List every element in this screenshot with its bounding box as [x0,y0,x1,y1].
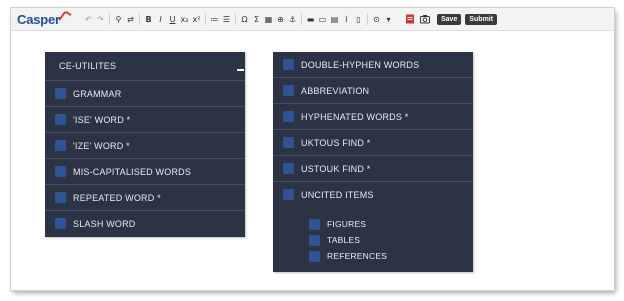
right-item-list: DOUBLE-HYPHEN WORDS ABBREVIATION HYPHENATE… [273,52,473,207]
bullet-list-icon[interactable]: ☰ [221,12,232,26]
option-label: UNCITED ITEMS [301,189,374,200]
checkbox[interactable] [55,218,66,229]
image-icon[interactable]: ▭ [317,12,328,26]
checkbox[interactable] [55,166,66,177]
save-button[interactable]: Save [437,13,462,25]
editor-window: Casper ↶ ↷ ⚲ ⇄ B I Ux₂ x² ≔ ☰ Ω Σ ▦ ⊕ ⚓ ▬ ▭ ▤ ⌇ ▯ ⊙ ▾ Save Su… [11,8,614,290]
uncited-subitem-list: FIGURES TABLES REFERENCES [273,207,473,264]
option-label: REFERENCES [327,251,388,261]
toolbar-separator [301,13,302,25]
redo-icon[interactable]: ↷ [95,12,106,26]
submit-button[interactable]: Submit [465,13,498,25]
comment-icon[interactable]: ▬ [305,12,316,26]
option-label: UKTOUS FIND * [301,137,371,148]
checkbox[interactable] [283,59,294,70]
option-repeated-word[interactable]: REPEATED WORD * [45,185,245,211]
checkbox[interactable] [283,163,294,174]
option-ustouk-find[interactable]: USTOUK FIND * [273,156,473,182]
pdf-icon[interactable] [405,14,415,24]
toolbar-separator [109,13,110,25]
option-figures[interactable]: FIGURES [273,216,473,232]
superscript-icon[interactable]: x² [191,12,202,26]
find-icon[interactable]: ⚲ [113,12,124,26]
option-label: MIS-CAPITALISED WORDS [73,166,192,177]
italic-icon[interactable]: I [155,12,166,26]
option-label: 'IZE' WORD * [73,140,130,151]
replace-icon[interactable]: ⇄ [125,12,136,26]
underline-icon[interactable]: U [167,12,178,26]
option-slash-word[interactable]: SLASH WORD [45,211,245,236]
checkbox[interactable] [283,111,294,122]
special-character-icon[interactable]: Ω [239,12,250,26]
option-label: HYPHENATED WORDS * [301,111,409,122]
link-icon[interactable]: ⊕ [275,12,286,26]
left-item-list: GRAMMAR 'ISE' WORD * 'IZE' WORD * MIS-CAPIT… [45,81,245,236]
checkbox[interactable] [283,137,294,148]
sigma-icon[interactable]: Σ [251,12,262,26]
checkbox[interactable] [309,250,320,262]
option-grammar[interactable]: GRAMMAR [45,81,245,107]
option-label: 'ISE' WORD * [73,114,131,125]
option-label: TABLES [327,235,361,245]
option-label: SLASH WORD [73,218,136,229]
option-label: GRAMMAR [73,88,122,99]
logo-text: Casper [17,11,60,27]
option-ize-word[interactable]: 'IZE' WORD * [45,133,245,159]
toolbar-separator [205,13,206,25]
dropdown-icon[interactable]: ▾ [383,12,394,26]
option-ise-word[interactable]: 'ISE' WORD * [45,107,245,133]
toolbar-separator [139,13,140,25]
find-options-panel: DOUBLE-HYPHEN WORDS ABBREVIATION HYPHENATE… [273,52,473,272]
option-label: REPEATED WORD * [73,192,161,203]
checkbox[interactable] [55,140,66,151]
numbered-list-icon[interactable]: ≔ [209,12,220,26]
option-mis-capitalised-words[interactable]: MIS-CAPITALISED WORDS [45,159,245,185]
bold-icon[interactable]: B [143,12,154,26]
option-abbreviation[interactable]: ABBREVIATION [273,78,473,104]
option-label: USTOUK FIND * [301,163,371,174]
option-uncited-items[interactable]: UNCITED ITEMS [273,182,473,207]
option-references[interactable]: REFERENCES [273,248,473,264]
checkbox[interactable] [283,85,294,96]
checkbox[interactable] [55,114,66,125]
camera-icon[interactable] [420,14,430,24]
option-label: FIGURES [327,219,367,229]
undo-icon[interactable]: ↶ [83,12,94,26]
editor-toolbar: Casper ↶ ↷ ⚲ ⇄ B I Ux₂ x² ≔ ☰ Ω Σ ▦ ⊕ ⚓ ▬ ▭ ▤ ⌇ ▯ ⊙ ▾ Save Su… [11,8,614,31]
option-double-hyphen-words[interactable]: DOUBLE-HYPHEN WORDS [273,52,473,78]
checkbox[interactable] [309,234,320,246]
collapse-icon[interactable] [237,69,244,71]
toolbar-tools: ↶ ↷ ⚲ ⇄ B I Ux₂ x² ≔ ☰ Ω Σ ▦ ⊕ ⚓ ▬ ▭ ▤ ⌇ ▯ ⊙ ▾ [83,11,395,27]
checkbox[interactable] [283,189,294,200]
checkbox[interactable] [309,218,320,230]
logo-mark-icon [58,9,72,25]
panel-header: CE-UTILITES [45,52,245,81]
table-icon[interactable]: ▦ [263,12,274,26]
option-label: DOUBLE-HYPHEN WORDS [301,59,420,70]
add-icon[interactable]: ⊙ [371,12,382,26]
toolbar-separator [367,13,368,25]
ce-utilities-panel: CE-UTILITES GRAMMAR 'ISE' WORD * 'IZE' WOR… [45,52,245,237]
option-tables[interactable]: TABLES [273,232,473,248]
casper-logo: Casper [17,9,72,27]
checkbox[interactable] [55,192,66,203]
clipboard-icon[interactable]: ▤ [329,12,340,26]
subscript-icon[interactable]: x₂ [179,12,190,26]
panel-title: CE-UTILITES [59,61,117,71]
option-uktous-find[interactable]: UKTOUS FIND * [273,130,473,156]
document-icon[interactable]: ▯ [353,12,364,26]
option-hyphenated-words[interactable]: HYPHENATED WORDS * [273,104,473,130]
option-label: ABBREVIATION [301,85,370,96]
toolbar-separator [235,13,236,25]
anchor-icon[interactable]: ⚓ [287,12,298,26]
attachment-icon[interactable]: ⌇ [341,12,352,26]
toolbar-actions: Save Submit [405,12,499,26]
checkbox[interactable] [55,88,66,99]
